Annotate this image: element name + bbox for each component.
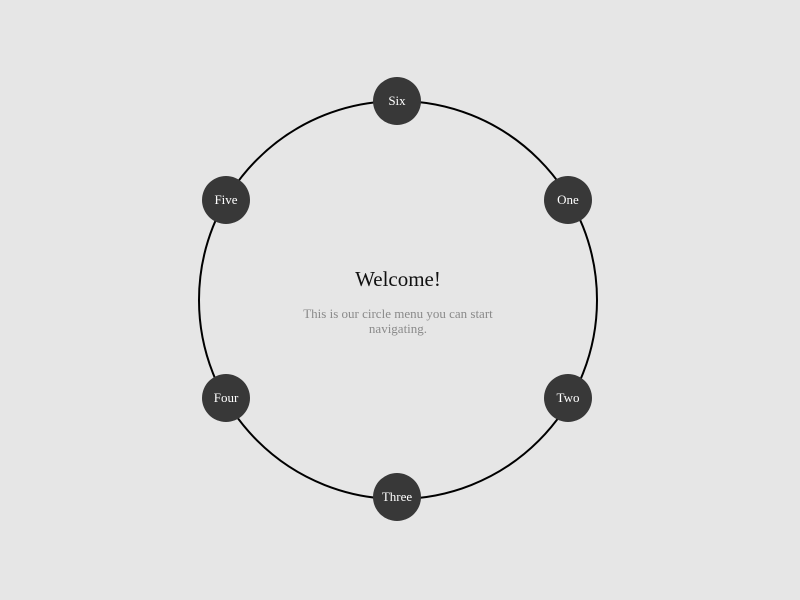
- center-content: Welcome! This is our circle menu you can…: [298, 266, 498, 336]
- welcome-text: This is our circle menu you can start na…: [303, 306, 493, 336]
- menu-item-label: Five: [214, 192, 238, 207]
- menu-item-two[interactable]: Two: [544, 374, 592, 422]
- welcome-title: Welcome!: [355, 267, 441, 291]
- menu-item-five[interactable]: Five: [202, 176, 250, 224]
- menu-item-one[interactable]: One: [544, 176, 592, 224]
- menu-item-label: Three: [381, 489, 413, 504]
- menu-item-four[interactable]: Four: [202, 374, 250, 422]
- circle-menu-stage: Welcome! This is our circle menu you can…: [0, 0, 800, 600]
- menu-item-label: Two: [556, 390, 580, 405]
- menu-item-three[interactable]: Three: [373, 473, 421, 521]
- menu-item-six[interactable]: Six: [373, 77, 421, 125]
- menu-item-label: Four: [213, 390, 239, 405]
- menu-item-label: One: [557, 192, 579, 207]
- menu-item-label: Six: [388, 93, 406, 108]
